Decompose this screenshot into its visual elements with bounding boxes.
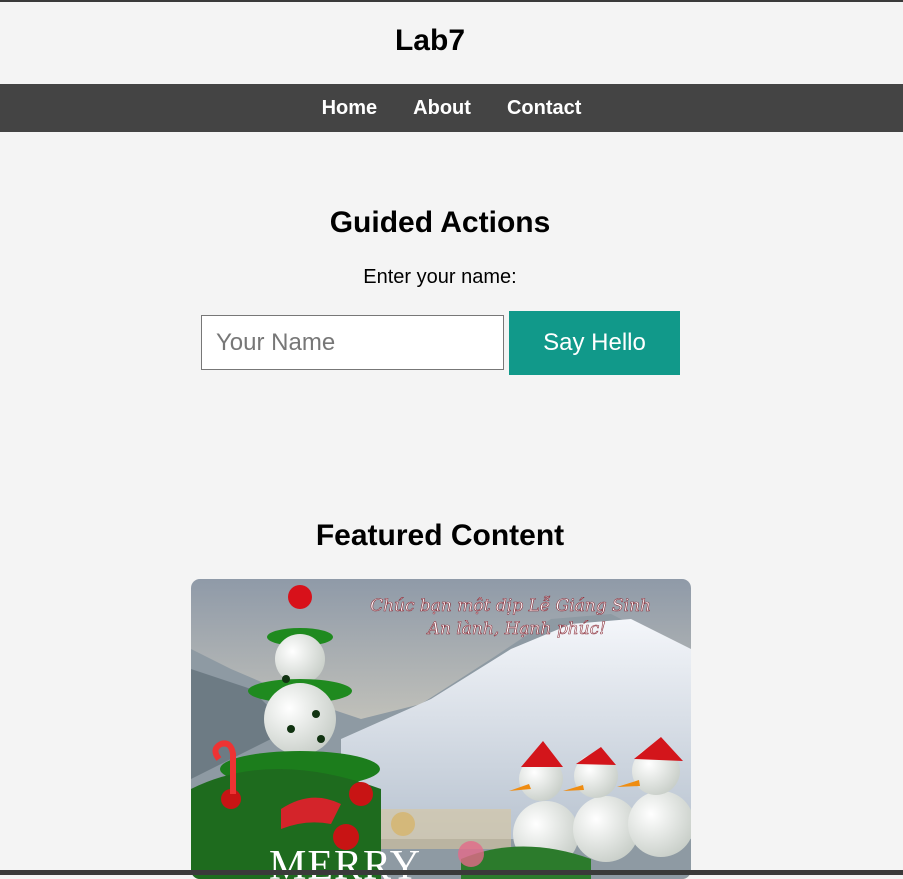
guided-actions-title: Guided Actions: [329, 206, 551, 239]
christmas-card-image: Chúc bạn một dịp Lễ Giáng Sinh An lành, …: [191, 579, 691, 879]
nav-link-about[interactable]: About: [413, 97, 471, 120]
site-header: Lab7: [0, 2, 903, 84]
window-bottom-border: [0, 870, 903, 875]
featured-content-title: Featured Content: [315, 519, 565, 552]
main-nav: Home About Contact: [0, 84, 903, 132]
card-caption-line1: Chúc bạn một dịp Lễ Giáng Sinh: [370, 596, 651, 616]
nav-link-contact[interactable]: Contact: [507, 97, 581, 120]
name-input[interactable]: [201, 315, 504, 370]
say-hello-button[interactable]: Say Hello: [509, 311, 680, 375]
nav-link-home[interactable]: Home: [322, 97, 378, 120]
site-title: Lab7: [394, 24, 466, 57]
card-caption-line2: An lành, Hạnh phúc!: [426, 619, 606, 639]
name-prompt-label: Enter your name:: [363, 266, 517, 288]
